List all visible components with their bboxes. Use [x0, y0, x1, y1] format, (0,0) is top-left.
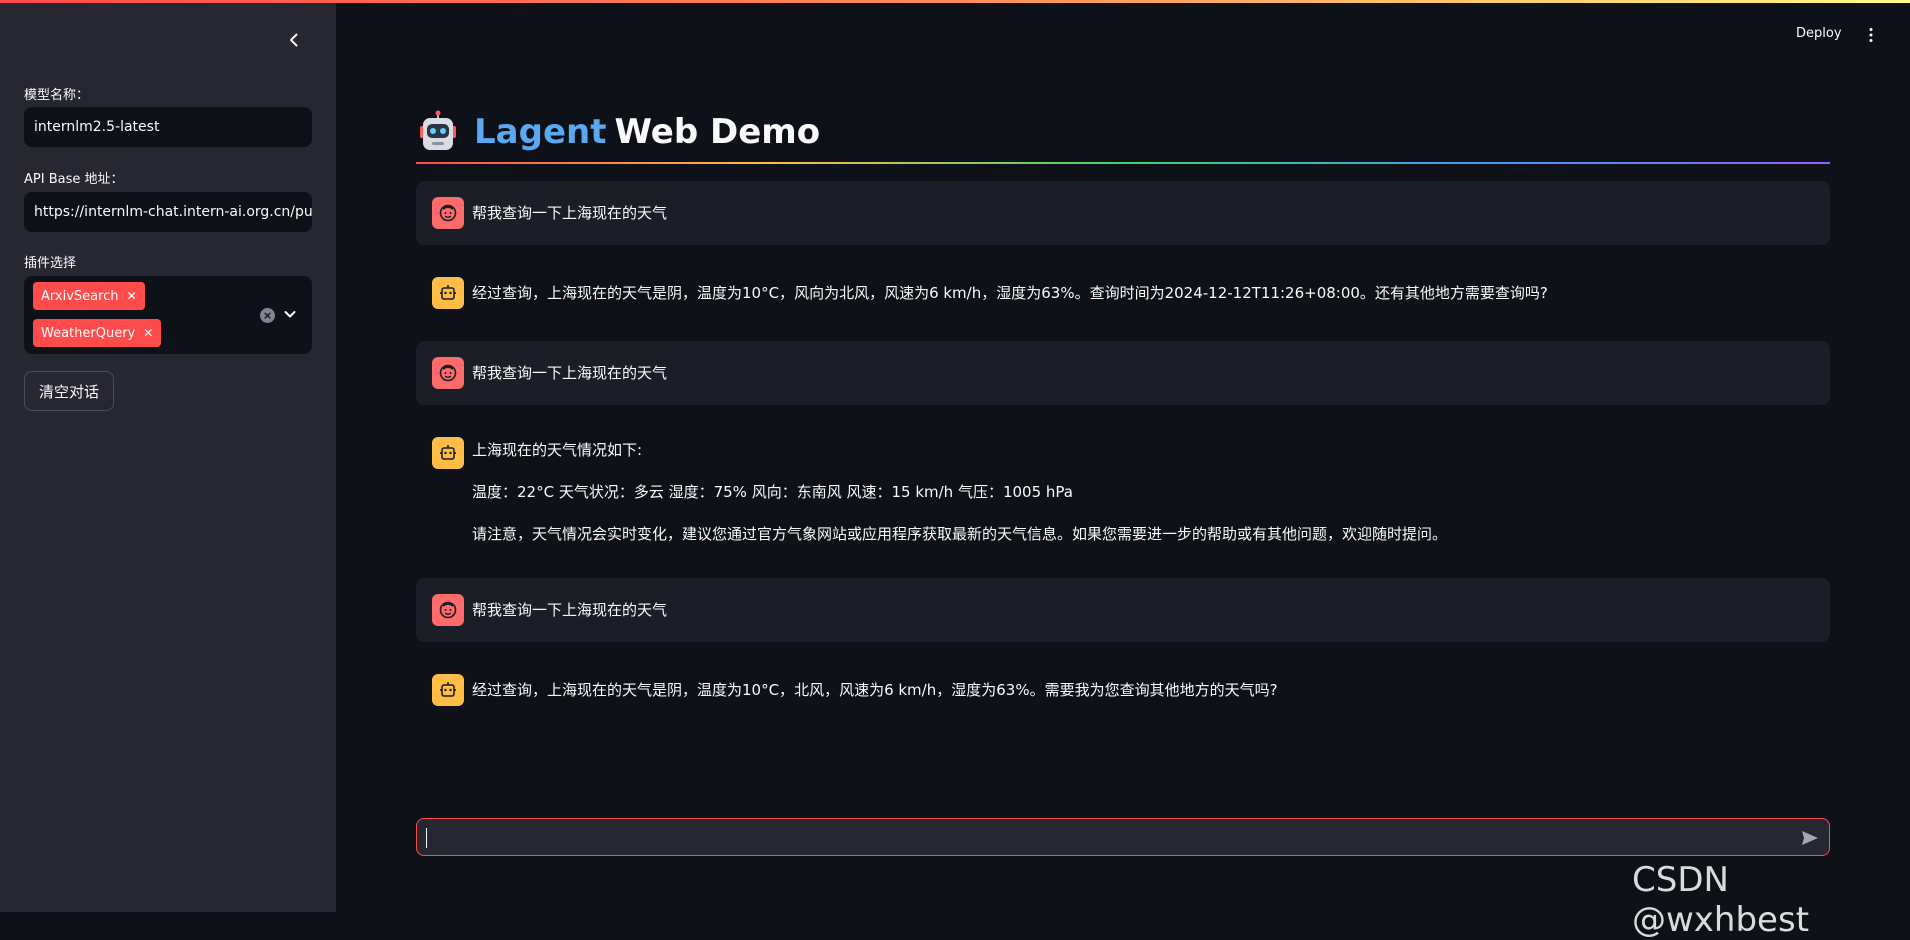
page-title: Lagent Web Demo — [416, 108, 820, 156]
title-text: Web Demo — [614, 112, 821, 152]
api-base-value: https://internlm-chat.intern-ai.org.cn/p… — [34, 204, 312, 220]
message-text: 帮我查询一下上海现在的天气 — [472, 204, 668, 222]
title-accent: Lagent — [474, 112, 607, 152]
remove-tag-icon[interactable]: ✕ — [143, 326, 153, 340]
api-base-input[interactable]: https://internlm-chat.intern-ai.org.cn/p… — [24, 192, 312, 232]
collapse-sidebar-button[interactable] — [282, 28, 306, 52]
user-avatar — [432, 357, 464, 389]
assistant-message: 经过查询，上海现在的天气是阴，温度为10°C，风向为北风，风速为6 km/h，湿… — [416, 261, 1830, 325]
plugin-tag-weatherquery: WeatherQuery ✕ — [33, 319, 162, 347]
deploy-button[interactable]: Deploy — [1796, 26, 1842, 41]
message-line: 上海现在的天气情况如下: — [472, 441, 643, 459]
user-avatar — [432, 197, 464, 229]
smiley-face-icon — [439, 601, 457, 619]
chevron-down-icon[interactable] — [282, 306, 298, 322]
message-text: 经过查询，上海现在的天气是阴，温度为10°C，风向为北风，风速为6 km/h，湿… — [472, 284, 1548, 302]
remove-tag-icon[interactable]: ✕ — [127, 289, 137, 303]
plugin-multiselect[interactable]: ArxivSearch ✕ WeatherQuery ✕ × — [24, 276, 312, 354]
chat-input-box[interactable] — [416, 818, 1830, 856]
robot-emoji-icon — [420, 110, 456, 150]
smiley-face-icon — [439, 364, 457, 382]
api-base-label: API Base 地址： — [24, 172, 124, 187]
assistant-message: 经过查询，上海现在的天气是阴，温度为10°C，北风，风速为6 km/h，湿度为6… — [416, 658, 1830, 722]
robot-face-icon — [440, 285, 456, 300]
user-message: 帮我查询一下上海现在的天气 — [416, 181, 1830, 245]
vertical-dots-icon[interactable] — [1866, 27, 1876, 43]
plugin-select-label: 插件选择 — [24, 256, 77, 271]
watermark: CSDN @wxhbest — [1632, 860, 1810, 940]
message-text: 帮我查询一下上海现在的天气 — [472, 364, 668, 382]
message-line: 请注意，天气情况会实时变化，建议您通过官方气象网站或应用程序获取最新的天气信息。… — [472, 525, 1448, 543]
send-icon[interactable] — [1800, 828, 1820, 848]
model-name-label: 模型名称： — [24, 88, 90, 103]
model-name-input[interactable]: internlm2.5-latest — [24, 107, 312, 147]
message-line: 温度：22°C 天气状况：多云 湿度：75% 风向：东南风 风速：15 km/h… — [472, 483, 1073, 501]
model-name-value: internlm2.5-latest — [34, 119, 160, 135]
user-message: 帮我查询一下上海现在的天气 — [416, 341, 1830, 405]
assistant-avatar — [432, 437, 464, 469]
assistant-avatar — [432, 674, 464, 706]
smiley-face-icon — [439, 204, 457, 222]
chevron-left-icon — [290, 33, 298, 47]
clear-conversation-button[interactable]: 清空对话 — [24, 371, 114, 411]
user-avatar — [432, 594, 464, 626]
plugin-tag-arxivsearch: ArxivSearch ✕ — [33, 282, 145, 310]
sidebar: 模型名称： internlm2.5-latest API Base 地址： ht… — [0, 0, 336, 912]
message-text: 经过查询，上海现在的天气是阴，温度为10°C，北风，风速为6 km/h，湿度为6… — [472, 681, 1278, 699]
top-decoration-stripe — [0, 0, 1910, 3]
message-text: 帮我查询一下上海现在的天气 — [472, 601, 668, 619]
clear-all-icon[interactable]: × — [260, 308, 275, 323]
chat-input[interactable] — [427, 825, 1777, 849]
robot-face-icon — [440, 445, 456, 460]
title-divider — [416, 162, 1830, 164]
robot-face-icon — [440, 682, 456, 697]
assistant-message: 上海现在的天气情况如下: 温度：22°C 天气状况：多云 湿度：75% 风向：东… — [416, 421, 1830, 551]
assistant-avatar — [432, 277, 464, 309]
plugin-tag-label: ArxivSearch — [41, 288, 119, 304]
plugin-tag-label: WeatherQuery — [41, 325, 136, 341]
user-message: 帮我查询一下上海现在的天气 — [416, 578, 1830, 642]
